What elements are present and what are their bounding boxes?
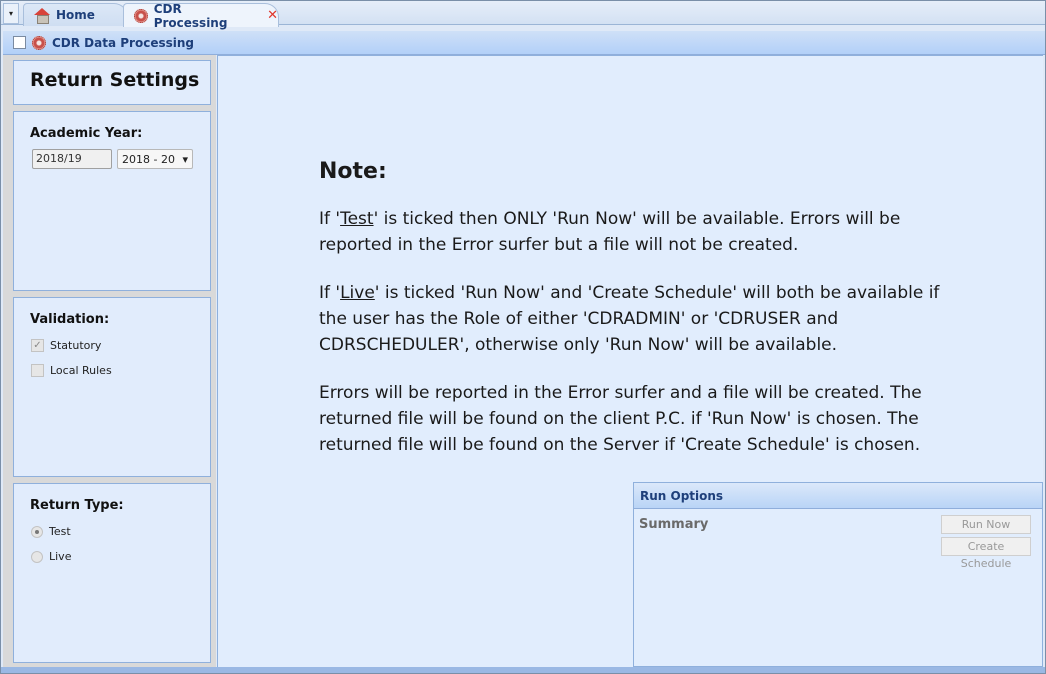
tab-label: CDR Processing [153,1,228,30]
select-value: 2018 - 20 [122,153,175,166]
checkbox[interactable] [31,364,44,377]
module-header: CDR Data Processing [3,31,1045,55]
checkbox-label: Local Rules [50,364,112,377]
note-errors-paragraph: Errors will be reported in the Error sur… [319,383,922,455]
academic-year-field[interactable]: 2018/19 [32,149,112,169]
text: ' is ticked 'Run Now' and 'Create Schedu… [319,283,940,355]
academic-year-select[interactable]: 2018 - 20 ▾ [117,149,193,169]
radio-test[interactable]: Test [14,519,210,544]
create-schedule-button[interactable]: Create Schedule [941,537,1031,570]
radio-button[interactable] [31,550,43,563]
run-options-title: Run Options [634,483,1042,509]
chevron-down-icon: ▾ [182,153,188,166]
radio-live[interactable]: Live [14,544,210,569]
run-options-panel: Run Options Summary Run Now Create Sched… [633,482,1043,667]
radio-button[interactable] [31,525,43,538]
gear-icon [32,35,46,50]
note-test-paragraph: If 'Test' is ticked then ONLY 'Run Now' … [319,206,949,258]
bottom-border [1,667,1045,673]
home-icon [34,8,50,24]
return-type-label: Return Type: [30,498,124,513]
text: If ' [319,283,341,303]
gear-icon [134,8,148,23]
return-settings-header: Return Settings [13,60,211,105]
academic-year-label: Academic Year: [30,126,143,141]
live-link[interactable]: Live [340,283,375,303]
panel-title: Return Settings [30,69,200,91]
note-live-paragraph: If 'Live' is ticked 'Run Now' and 'Creat… [319,280,949,358]
tab-home[interactable]: Home [23,3,128,26]
run-now-button[interactable]: Run Now [941,515,1031,534]
checkbox-local-rules[interactable]: Local Rules [14,358,210,383]
text: If ' [319,209,341,229]
test-link[interactable]: Test [340,209,373,229]
note-section: Note: If 'Test' is ticked then ONLY 'Run… [319,159,949,480]
validation-label: Validation: [30,312,110,327]
tab-strip: ▾ Home CDR Processing ✕ [1,1,1045,30]
settings-panel: Return Settings Academic Year: 2018/19 2… [3,55,216,667]
validation-group: Validation: ✓ Statutory Local Rules [13,297,211,477]
tab-menu-button[interactable]: ▾ [3,3,19,24]
academic-year-group: Academic Year: 2018/19 2018 - 20 ▾ [13,111,211,291]
tab-cdr-processing[interactable]: CDR Processing ✕ [123,1,279,30]
tab-label: Home [56,8,95,22]
module-title: CDR Data Processing [52,35,194,50]
radio-label: Live [49,550,72,563]
summary-label: Summary [639,517,709,532]
close-icon[interactable]: ✕ [267,8,278,23]
checkbox-label: Statutory [50,339,102,352]
note-heading: Note: [319,159,387,184]
return-type-group: Return Type: Test Live [13,483,211,663]
radio-label: Test [49,525,71,538]
module-checkbox[interactable] [13,36,26,49]
text: ' is ticked then ONLY 'Run Now' will be … [319,209,901,255]
checkbox-statutory[interactable]: ✓ Statutory [14,333,210,358]
checkbox[interactable]: ✓ [31,339,44,352]
